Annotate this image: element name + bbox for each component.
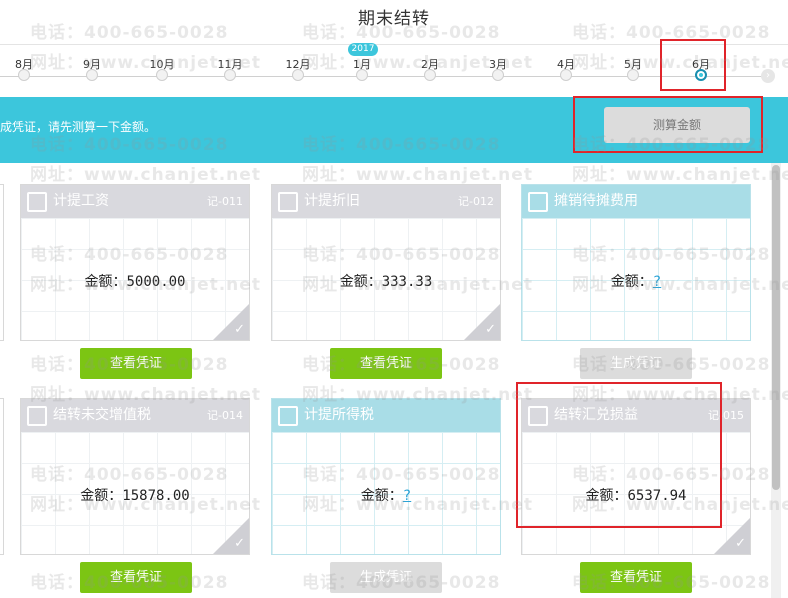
amount-value: 6537.94 (627, 488, 687, 504)
amount-text: 金额：333.33 (272, 271, 500, 291)
calculate-amount-button[interactable]: 测算金额 (604, 107, 750, 143)
amount-label: 金额： (360, 488, 403, 504)
amount-text: 金额：? (522, 271, 750, 291)
watermark-text: 网址：www.chanjet.net (302, 165, 533, 185)
scrollbar-thumb[interactable] (772, 165, 780, 490)
next-arrow-icon[interactable]: › (761, 69, 775, 83)
card-title: 计提所得税 (304, 407, 374, 423)
amount-text: 金额：5000.00 (21, 271, 249, 291)
card-header: 结转汇兑损益 记-015 (522, 399, 750, 432)
voucher-code: 记-012 (458, 195, 494, 208)
month-dot-active[interactable] (695, 69, 707, 81)
card-amortize-prepaid: 摊销待摊费用 金额：? (521, 184, 751, 341)
month-dot[interactable] (224, 69, 236, 81)
amount-label: 金额： (585, 488, 628, 504)
coins-icon (528, 192, 548, 212)
card-partial (0, 398, 4, 555)
month-dot[interactable] (560, 69, 572, 81)
watermark-text: 网址：www.chanjet.net (572, 165, 788, 185)
card-header: 计提工资 记-011 (21, 185, 249, 218)
card-accrue-salary: 计提工资 记-011 金额：5000.00 ✓ (20, 184, 250, 341)
view-voucher-button[interactable]: 查看凭证 (80, 348, 192, 379)
year-badge: 2017 (348, 43, 378, 56)
amount-text: 金额：15878.00 (21, 485, 249, 505)
card-header: 计提折旧 记-012 (272, 185, 500, 218)
month-dot[interactable] (18, 69, 30, 81)
view-voucher-button[interactable]: 查看凭证 (330, 348, 442, 379)
card-title: 计提工资 (53, 193, 109, 209)
check-icon: ✓ (735, 536, 746, 551)
amount-label: 金额： (84, 274, 127, 290)
month-dot[interactable] (86, 69, 98, 81)
amount-text: 金额：6537.94 (522, 485, 750, 505)
month-dot[interactable] (156, 69, 168, 81)
clipboard-check-icon (278, 406, 298, 426)
card-exchange-gain-loss: 结转汇兑损益 记-015 金额：6537.94 ✓ (521, 398, 751, 555)
card-header: 结转未交增值税 记-014 (21, 399, 249, 432)
card-header: 计提所得税 (272, 399, 500, 432)
card-title: 结转汇兑损益 (554, 407, 638, 423)
banner-message: 生成凭证，请先测算一下金额。 (0, 120, 157, 134)
amount-value: 333.33 (381, 274, 433, 290)
month-dot[interactable] (356, 69, 368, 81)
page-title: 期末结转 (358, 9, 430, 29)
amount-value: 15878.00 (122, 488, 190, 504)
amount-label: 金额： (80, 488, 123, 504)
unknown-amount-link[interactable]: ? (653, 274, 661, 290)
card-depreciation: 计提折旧 记-012 金额：333.33 ✓ (271, 184, 501, 341)
card-title: 计提折旧 (304, 193, 360, 209)
amount-value: 5000.00 (126, 274, 186, 290)
wallet-icon (27, 192, 47, 212)
timeline-line (0, 76, 770, 77)
clipboard-icon (528, 406, 548, 426)
check-icon: ✓ (234, 322, 245, 337)
amount-label: 金额： (610, 274, 653, 290)
generate-voucher-button[interactable]: 生成凭证 (330, 562, 442, 593)
card-vat-transfer: 结转未交增值税 记-014 金额：15878.00 ✓ (20, 398, 250, 555)
month-dot[interactable] (492, 69, 504, 81)
docs-icon (278, 192, 298, 212)
month-dot[interactable] (292, 69, 304, 81)
card-header: 摊销待摊费用 (522, 185, 750, 218)
voucher-code: 记-014 (207, 409, 243, 422)
card-title: 摊销待摊费用 (554, 193, 638, 209)
generate-voucher-button[interactable]: 生成凭证 (580, 348, 692, 379)
watermark-text: 网址：www.chanjet.net (30, 165, 261, 185)
month-dot[interactable] (627, 69, 639, 81)
view-voucher-button[interactable]: 查看凭证 (580, 562, 692, 593)
card-partial (0, 184, 4, 341)
unknown-amount-link[interactable]: ? (403, 488, 411, 504)
amount-text: 金额：? (272, 485, 500, 505)
view-voucher-button[interactable]: 查看凭证 (80, 562, 192, 593)
voucher-code: 记-015 (708, 409, 744, 422)
yen-icon (27, 406, 47, 426)
check-icon: ✓ (485, 322, 496, 337)
card-title: 结转未交增值税 (53, 407, 151, 423)
month-dot[interactable] (424, 69, 436, 81)
amount-label: 金额： (339, 274, 382, 290)
check-icon: ✓ (234, 536, 245, 551)
card-income-tax: 计提所得税 金额：? (271, 398, 501, 555)
voucher-code: 记-011 (207, 195, 243, 208)
month-timeline (0, 44, 788, 93)
